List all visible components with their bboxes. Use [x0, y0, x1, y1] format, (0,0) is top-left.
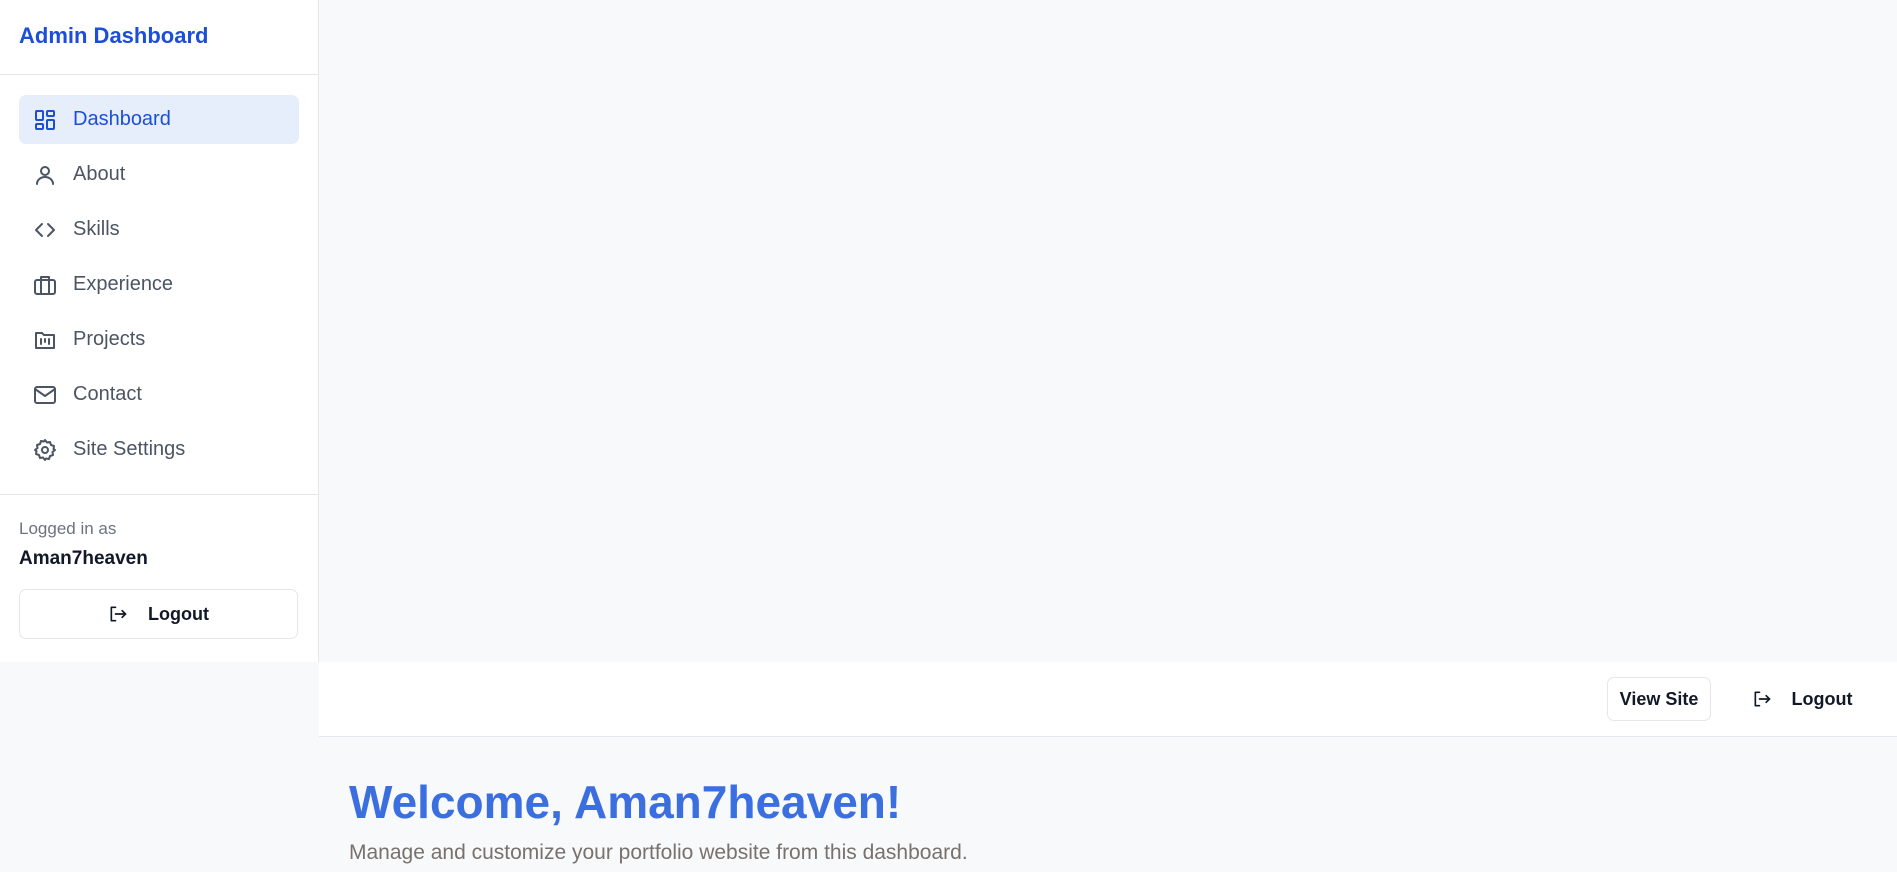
sidebar-item-label: Skills — [73, 218, 120, 240]
sidebar-item-skills[interactable]: Skills — [19, 205, 299, 254]
sidebar-header: Admin Dashboard — [0, 0, 318, 75]
app-title: Admin Dashboard — [19, 23, 209, 48]
sidebar-item-label: Dashboard — [73, 108, 171, 130]
username: Aman7heaven — [19, 548, 148, 569]
sidebar-item-experience[interactable]: Experience — [19, 260, 299, 309]
topbar-logout-button[interactable]: Logout — [1737, 677, 1867, 721]
sidebar-item-projects[interactable]: Projects — [19, 315, 299, 364]
folder-icon — [33, 328, 57, 352]
sidebar-item-label: Projects — [73, 328, 146, 350]
sidebar-item-label: Site Settings — [73, 438, 186, 460]
logout-icon — [108, 604, 128, 624]
logout-label: Logout — [1791, 688, 1853, 709]
sidebar-item-label: Experience — [73, 273, 174, 295]
sidebar-item-label: Contact — [73, 383, 142, 405]
topbar: View Site Logout — [319, 662, 1897, 737]
user-icon — [33, 163, 57, 187]
mail-icon — [33, 383, 57, 407]
gear-icon — [33, 438, 57, 462]
sidebar-item-about[interactable]: About — [19, 150, 299, 199]
sidebar: Admin Dashboard Dashboard About Skills E… — [0, 0, 319, 662]
sidebar-logout-button[interactable]: Logout — [19, 589, 298, 639]
page-title: Welcome, Aman7heaven! — [349, 776, 902, 828]
logout-icon — [1752, 689, 1772, 709]
user-info: Logged in as Aman7heaven Logout — [0, 495, 318, 639]
sidebar-nav: Dashboard About Skills Experience Projec… — [0, 75, 318, 495]
page-subtitle: Manage and customize your portfolio webs… — [349, 841, 968, 864]
dashboard-icon — [33, 108, 57, 132]
sidebar-item-contact[interactable]: Contact — [19, 370, 299, 419]
sidebar-item-dashboard[interactable]: Dashboard — [19, 95, 299, 144]
logout-label: Logout — [148, 603, 209, 624]
briefcase-icon — [33, 273, 57, 297]
sidebar-item-label: About — [73, 163, 126, 185]
logged-in-label: Logged in as — [19, 519, 117, 538]
code-icon — [33, 218, 57, 242]
view-site-button[interactable]: View Site — [1607, 677, 1711, 721]
sidebar-item-site-settings[interactable]: Site Settings — [19, 425, 299, 474]
